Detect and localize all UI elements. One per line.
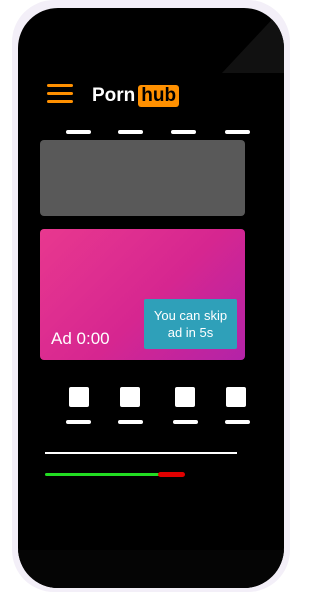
skip-ad-button[interactable]: You can skip ad in 5s — [144, 299, 237, 349]
divider-line — [45, 452, 237, 454]
top-indicator-dash — [66, 130, 91, 134]
control-button[interactable] — [69, 387, 89, 407]
phone-bottom-shade — [18, 550, 284, 588]
content-placeholder — [40, 140, 245, 216]
control-button[interactable] — [175, 387, 195, 407]
site-logo[interactable]: Porn hub — [92, 83, 180, 109]
progress-played — [45, 473, 160, 476]
video-progress-bar[interactable] — [45, 472, 185, 477]
phone-glare — [222, 8, 284, 73]
ad-timer: Ad 0:00 — [51, 329, 110, 348]
top-indicator-dash — [171, 130, 196, 134]
control-indicator-dash — [225, 420, 250, 424]
video-ad-player[interactable]: Ad 0:00 You can skip ad in 5s — [40, 229, 245, 360]
top-indicator-dash — [225, 130, 250, 134]
logo-text-porn: Porn — [92, 85, 136, 106]
screen: Porn hub Ad 0:00 You can skip ad in 5s — [0, 0, 293, 592]
control-indicator-dash — [66, 420, 91, 424]
logo-text-hub: hub — [138, 85, 180, 107]
progress-scrubber-handle[interactable] — [158, 472, 185, 477]
control-indicator-dash — [118, 420, 143, 424]
hamburger-menu-icon[interactable] — [47, 83, 73, 105]
control-button[interactable] — [120, 387, 140, 407]
control-indicator-dash — [173, 420, 198, 424]
top-indicator-dash — [118, 130, 143, 134]
skip-ad-label: You can skip ad in 5s — [153, 308, 228, 340]
control-button[interactable] — [226, 387, 246, 407]
